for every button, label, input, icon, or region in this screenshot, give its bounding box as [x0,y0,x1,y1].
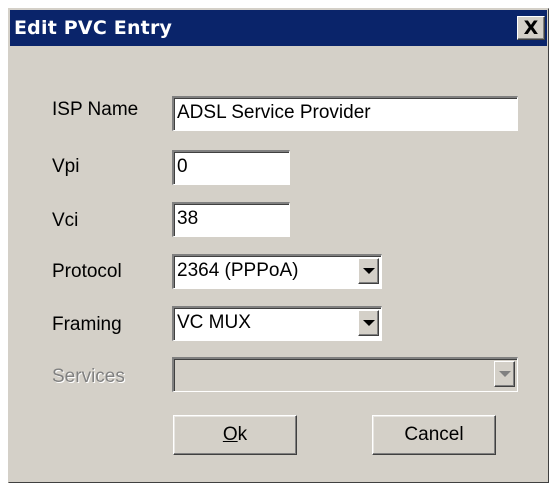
isp-name-input[interactable]: ADSL Service Provider [172,96,518,131]
chevron-down-icon[interactable] [358,310,379,336]
protocol-select[interactable]: 2364 (PPPoA) [172,254,382,289]
cancel-button[interactable]: Cancel [372,415,496,455]
protocol-label: Protocol [52,261,122,282]
vci-label: Vci [52,210,79,231]
isp-name-label: ISP Name [52,99,139,120]
chevron-down-icon[interactable] [358,258,379,284]
dialog-title: Edit PVC Entry [14,17,173,39]
vci-input[interactable]: 38 [172,202,290,237]
ok-button[interactable]: Ok [173,415,297,455]
vpi-value: 0 [177,156,188,177]
edit-pvc-dialog: Edit PVC Entry X ISP Name ADSL Service P… [8,8,549,483]
framing-select[interactable]: VC MUX [172,306,382,341]
services-label: Services [52,366,125,387]
ok-mnemonic: O [222,424,238,445]
vci-value: 38 [177,208,199,229]
vpi-label: Vpi [52,156,80,177]
title-bar[interactable]: Edit PVC Entry X [10,10,547,46]
isp-name-value: ADSL Service Provider [177,102,371,123]
close-icon: X [523,17,539,39]
vpi-input[interactable]: 0 [172,150,290,185]
chevron-down-icon [494,361,515,387]
services-select [172,357,518,392]
framing-value: VC MUX [177,312,251,333]
ok-label-rest: k [237,424,248,445]
framing-label: Framing [52,314,122,335]
close-button[interactable]: X [517,16,545,40]
protocol-value: 2364 (PPPoA) [177,260,299,281]
